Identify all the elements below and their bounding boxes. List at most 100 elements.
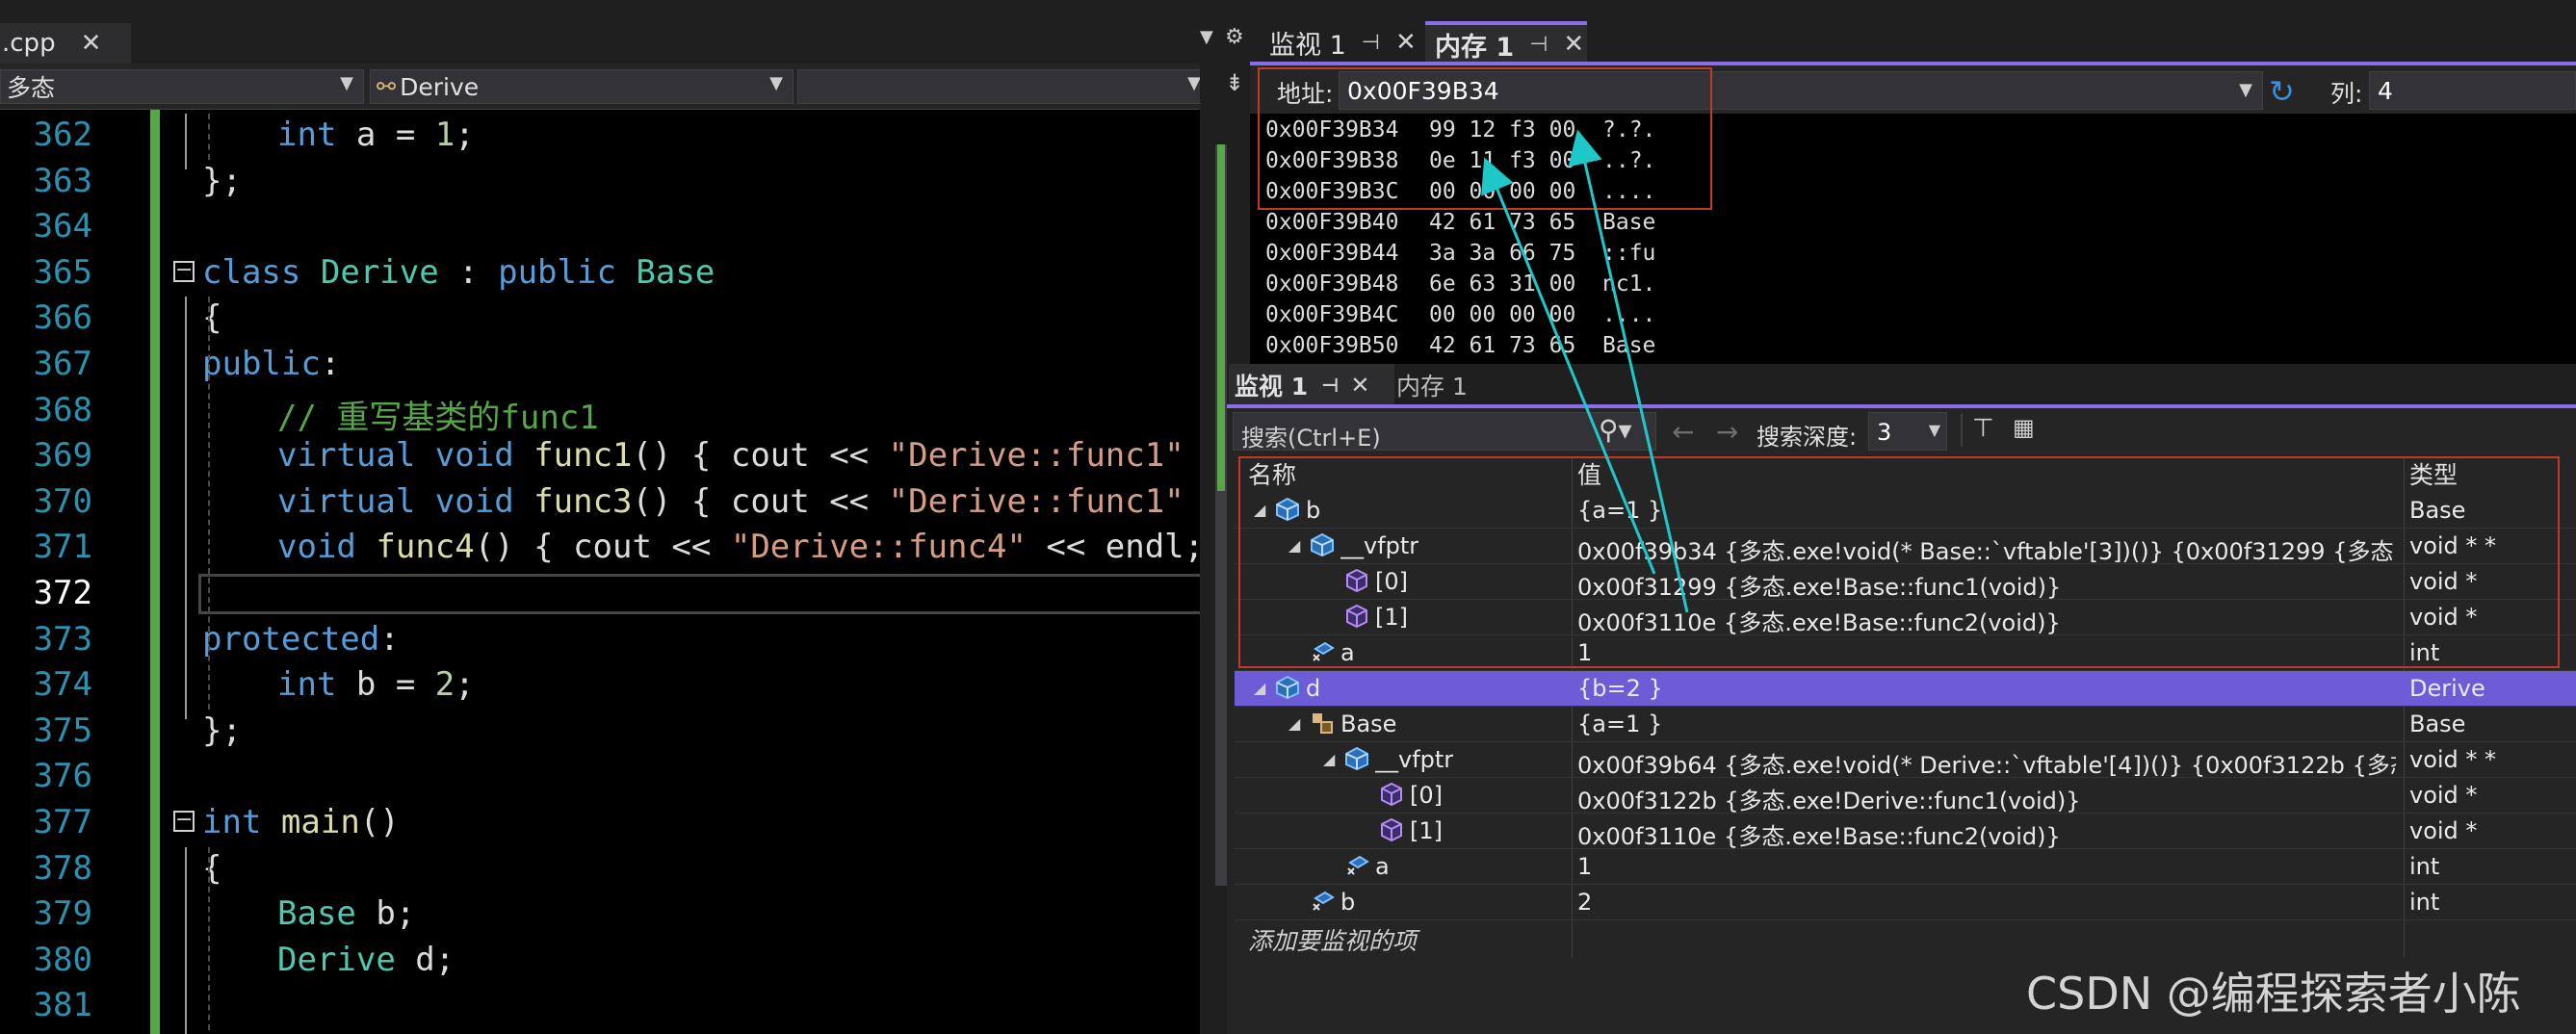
class-icon: ⚯ — [377, 73, 397, 100]
code-token: b = — [336, 665, 435, 705]
watch-value[interactable]: 0x00f3110e {多态.exe!Base::func2(void)} — [1577, 817, 2396, 851]
code-line[interactable]: }; — [202, 162, 242, 200]
expand-toggle-icon[interactable]: ◢ — [1323, 750, 1335, 768]
editor-scrollbar[interactable] — [1215, 144, 1227, 886]
table-row[interactable]: ◢ __vfptr 0x00f39b64 {多态.exe!void(* Derive… — [1235, 742, 2576, 780]
memory-ascii[interactable]: ::fu — [1602, 241, 1655, 266]
tab-memory-1[interactable]: 内存 1 — [1396, 364, 1468, 406]
memory-bytes[interactable]: 00 00 00 00 — [1429, 302, 1575, 327]
member-dropdown[interactable]: ▼ — [797, 69, 1211, 104]
watch-type: Derive — [2409, 675, 2485, 702]
chevron-down-icon[interactable]: ▼ — [2239, 80, 2252, 100]
code-line[interactable]: }; — [202, 711, 242, 750]
code-token: public — [498, 252, 616, 292]
watch-type: Base — [2409, 711, 2466, 737]
expand-toggle-icon[interactable]: ◢ — [1288, 714, 1300, 733]
code-line[interactable]: Base b; — [277, 894, 415, 933]
memory-ascii[interactable]: .... — [1602, 302, 1655, 327]
memory-addr[interactable]: 0x00F39B50 — [1265, 333, 1398, 358]
editor-nav-bar: 多态 ▼ ⚯ Derive ▼ ▼ — [0, 64, 1215, 110]
code-token: ; — [455, 665, 475, 705]
code-line[interactable]: public: — [202, 345, 340, 383]
table-row[interactable]: a 1 int — [1235, 849, 2576, 885]
chevron-down-icon: ▼ — [1187, 73, 1201, 93]
table-row[interactable]: ◢ d {b=2 } Derive — [1235, 671, 2576, 707]
close-icon[interactable]: ✕ — [1563, 30, 1584, 59]
code-token: }; — [202, 711, 242, 750]
memory-addr[interactable]: 0x00F39B40 — [1265, 210, 1398, 235]
watch-name: b — [1340, 889, 1356, 916]
memory-bytes[interactable]: 42 61 73 65 — [1429, 333, 1575, 358]
code-line[interactable]: virtual void func1() { cout << "Derive::… — [277, 436, 1215, 475]
watch-value[interactable]: {a=1 } — [1577, 711, 2396, 737]
memory-addr[interactable]: 0x00F39B48 — [1265, 271, 1398, 297]
watch-value[interactable]: 0x00f39b64 {多态.exe!void(* Derive::`vftab… — [1577, 746, 2396, 780]
table-row[interactable]: [0] 0x00f3122b {多态.exe!Derive::func1(void… — [1235, 778, 2576, 814]
code-area[interactable] — [0, 110, 1215, 1034]
add-watch-item[interactable]: 添加要监视的项 — [1248, 922, 1417, 957]
code-line[interactable]: int b = 2; — [277, 665, 475, 704]
tab-memory-1-top[interactable]: 内存 1 ⊣ ✕ — [1425, 21, 1587, 64]
memory-ascii[interactable]: Base — [1602, 210, 1655, 235]
search-depth-dropdown[interactable]: 3 ▼ — [1868, 412, 1947, 451]
code-token: () { cout << — [474, 528, 731, 567]
watch-value[interactable]: {b=2 } — [1577, 675, 2396, 702]
memory-ascii[interactable]: Base — [1602, 333, 1655, 358]
table-row[interactable]: [1] 0x00f3110e {多态.exe!Base::func2(void)}… — [1235, 814, 2576, 851]
current-line-highlight — [198, 574, 1210, 614]
code-line[interactable]: Derive d; — [277, 941, 455, 979]
fold-toggle-icon[interactable]: − — [173, 810, 195, 832]
split-icon[interactable]: ⇟ — [1225, 69, 1244, 96]
code-line[interactable]: { — [202, 298, 221, 337]
memory-bytes[interactable]: 3a 3a 66 75 — [1429, 241, 1575, 266]
refresh-icon[interactable]: ↻ — [2269, 73, 2295, 110]
pin-icon[interactable]: ⊣ — [1321, 374, 1339, 397]
table-row[interactable]: ◢ Base {a=1 } Base — [1235, 707, 2576, 742]
fold-toggle-icon[interactable]: − — [173, 259, 195, 282]
memory-addr[interactable]: 0x00F39B4C — [1265, 302, 1398, 327]
watch-value[interactable]: 0x00f3122b {多态.exe!Derive::func1(void)} — [1577, 782, 2396, 815]
chevron-down-icon[interactable]: ▼ — [1200, 27, 1213, 47]
close-icon[interactable]: ✕ — [81, 29, 102, 58]
search-icon[interactable]: ⚲▾ — [1599, 414, 1632, 446]
search-input[interactable]: 搜索(Ctrl+E) — [1233, 412, 1656, 452]
tab-watch-1-top[interactable]: 监视 1 ⊣ ✕ — [1269, 21, 1417, 64]
code-line[interactable]: class Derive : public Base — [202, 253, 715, 292]
arrow-left-icon[interactable]: ← — [1672, 416, 1694, 448]
code-line[interactable]: protected: — [202, 620, 400, 659]
arrow-right-icon[interactable]: → — [1716, 416, 1738, 448]
column-input[interactable]: 4 — [2369, 71, 2576, 110]
code-line[interactable]: // 重写基类的func1 — [277, 391, 599, 438]
code-line[interactable]: int main() — [202, 803, 400, 841]
memory-bytes[interactable]: 6e 63 31 00 — [1429, 271, 1575, 297]
code-token: func4 — [376, 528, 475, 567]
code-line[interactable]: void func4() { cout << "Derive::func4" <… — [277, 528, 1215, 566]
scope-dropdown[interactable]: 多态 ▼ — [0, 69, 364, 104]
class-dropdown[interactable]: ⚯ Derive ▼ — [370, 69, 794, 104]
line-number: 373 — [33, 619, 92, 659]
tab-watch-1[interactable]: 监视 1 ⊣ ✕ — [1229, 364, 1394, 406]
expand-toggle-icon[interactable]: ◢ — [1254, 679, 1265, 697]
pin-source-icon[interactable]: ⊤ — [1972, 414, 1994, 443]
watch-value[interactable]: 1 — [1577, 853, 2396, 880]
code-token: "Derive::func1" — [888, 481, 1184, 521]
memory-bytes[interactable]: 42 61 73 65 — [1429, 210, 1575, 235]
editor-tab[interactable]: .cpp ✕ — [0, 23, 131, 64]
gear-icon[interactable]: ⚙ — [1225, 25, 1244, 49]
code-token: virtual — [277, 481, 416, 521]
pin-icon[interactable]: ⊣ — [1362, 31, 1380, 55]
close-icon[interactable]: ✕ — [1395, 28, 1417, 57]
code-token: : — [379, 619, 400, 659]
code-line[interactable]: virtual void func3() { cout << "Derive::… — [277, 482, 1215, 521]
table-row[interactable]: b 2 int — [1235, 885, 2576, 920]
code-line[interactable]: { — [202, 849, 221, 888]
hex-display-icon[interactable]: ▦ — [2013, 414, 2035, 441]
pin-icon[interactable]: ⊣ — [1529, 33, 1548, 57]
code-line[interactable]: int a = 1; — [277, 116, 475, 154]
memory-addr[interactable]: 0x00F39B44 — [1265, 241, 1398, 266]
memory-ascii[interactable]: nc1. — [1602, 271, 1655, 297]
line-number: 370 — [33, 481, 92, 521]
close-icon[interactable]: ✕ — [1350, 372, 1369, 399]
watch-value[interactable]: 2 — [1577, 889, 2396, 916]
code-editor[interactable]: .cpp ✕ 多态 ▼ ⚯ Derive ▼ ▼ 362 int a = 1; 36… — [0, 0, 1215, 1034]
